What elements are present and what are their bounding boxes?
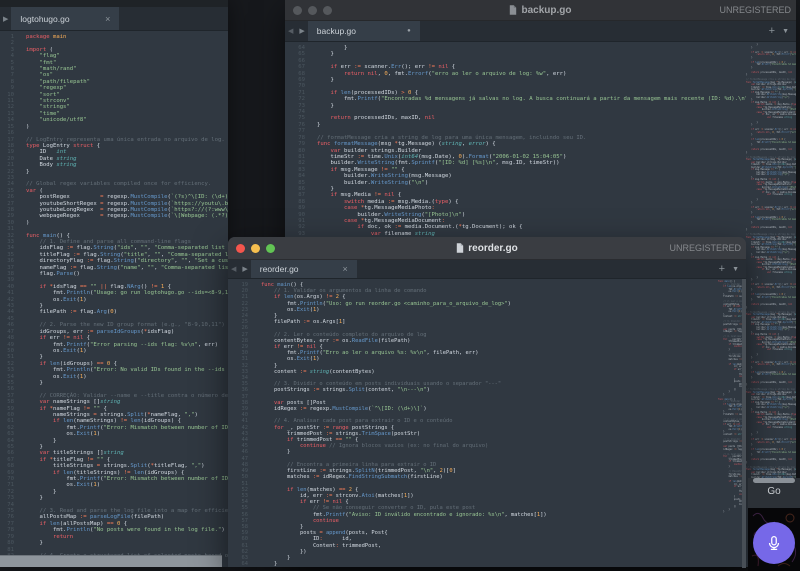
reorder-scrollbar[interactable] (742, 279, 746, 568)
mic-button[interactable] (753, 522, 795, 564)
reorder-minimap[interactable]: func main() { // 1. Validar os argumento… (718, 279, 742, 568)
drag-handle[interactable] (753, 478, 795, 483)
assistant-header: Go (748, 478, 800, 508)
window-title: reorder.go (468, 243, 517, 254)
zoom-window-button[interactable] (323, 6, 332, 15)
document-icon (456, 243, 464, 253)
reorder-code[interactable]: func main() { // 1. Validar os argumento… (255, 279, 718, 568)
backup-minimap-content: } } if err := scanner.Err(); err != nil … (746, 44, 796, 507)
nav-forward-icon[interactable]: ▶ (0, 15, 11, 23)
logtohugo-tabbar: ▶ logtohugo.go × (0, 7, 228, 31)
new-tab-button[interactable]: + (719, 264, 725, 275)
reorder-window: reorder.go UNREGISTERED ◀ ▶ reorder.go ×… (228, 237, 746, 567)
tab-backup[interactable]: backup.go ● (308, 21, 420, 41)
tab-label: reorder.go (260, 264, 299, 274)
nav-back-icon[interactable]: ◀ (285, 27, 296, 35)
reorder-tabbar: ◀ ▶ reorder.go × + ▼ (228, 260, 746, 279)
tab-reorder[interactable]: reorder.go × (251, 260, 357, 278)
logtohugo-gutter: 1 2 3 4 5 6 7 8 9 10 11 12 13 14 15 16 1… (0, 31, 20, 557)
new-tab-button[interactable]: + (769, 26, 775, 37)
tab-logtohugo[interactable]: logtohugo.go × (11, 7, 119, 30)
microphone-icon (765, 534, 783, 552)
document-icon (509, 5, 517, 15)
logtohugo-titlebar-edge[interactable] (0, 0, 228, 7)
minimize-window-button[interactable] (308, 6, 317, 15)
close-window-button[interactable] (293, 6, 302, 15)
unregistered-badge: UNREGISTERED (719, 5, 796, 15)
logtohugo-code[interactable]: package main import ( "flag" "fmt" "math… (20, 31, 228, 557)
reorder-minimap-content: func main() { // 1. Validar os argumento… (718, 281, 742, 514)
unregistered-badge: UNREGISTERED (669, 243, 746, 253)
assistant-art-panel (748, 508, 800, 571)
backup-tabbar: ◀ ▶ backup.go ● + ▼ (285, 21, 796, 42)
nav-forward-icon[interactable]: ▶ (239, 265, 250, 273)
reorder-traffic-lights[interactable] (228, 244, 275, 253)
tab-label: logtohugo.go (20, 14, 69, 24)
backup-titlebar[interactable]: backup.go UNREGISTERED (285, 0, 796, 21)
voice-assistant-widget: Go (748, 474, 800, 567)
status-bar (0, 555, 222, 567)
window-title: backup.go (521, 5, 571, 16)
go-button[interactable]: Go (748, 486, 800, 497)
reorder-titlebar[interactable]: reorder.go UNREGISTERED (228, 237, 746, 260)
close-tab-icon[interactable]: × (343, 264, 348, 274)
modified-dot-icon: ● (407, 28, 411, 34)
reorder-gutter: 19 20 21 22 23 24 25 26 27 28 29 30 31 3… (228, 279, 255, 568)
nav-forward-icon[interactable]: ▶ (296, 27, 307, 35)
logtohugo-window: ▶ logtohugo.go × 1 2 3 4 5 6 7 8 9 10 11… (0, 0, 228, 567)
minimize-window-button[interactable] (251, 244, 260, 253)
close-tab-icon[interactable]: × (105, 14, 110, 24)
zoom-window-button[interactable] (266, 244, 275, 253)
tab-overflow-button[interactable]: ▼ (732, 266, 739, 273)
backup-traffic-lights[interactable] (285, 6, 332, 15)
tab-label: backup.go (317, 26, 356, 36)
tab-overflow-button[interactable]: ▼ (782, 28, 789, 35)
nav-back-icon[interactable]: ◀ (228, 265, 239, 273)
close-window-button[interactable] (236, 244, 245, 253)
